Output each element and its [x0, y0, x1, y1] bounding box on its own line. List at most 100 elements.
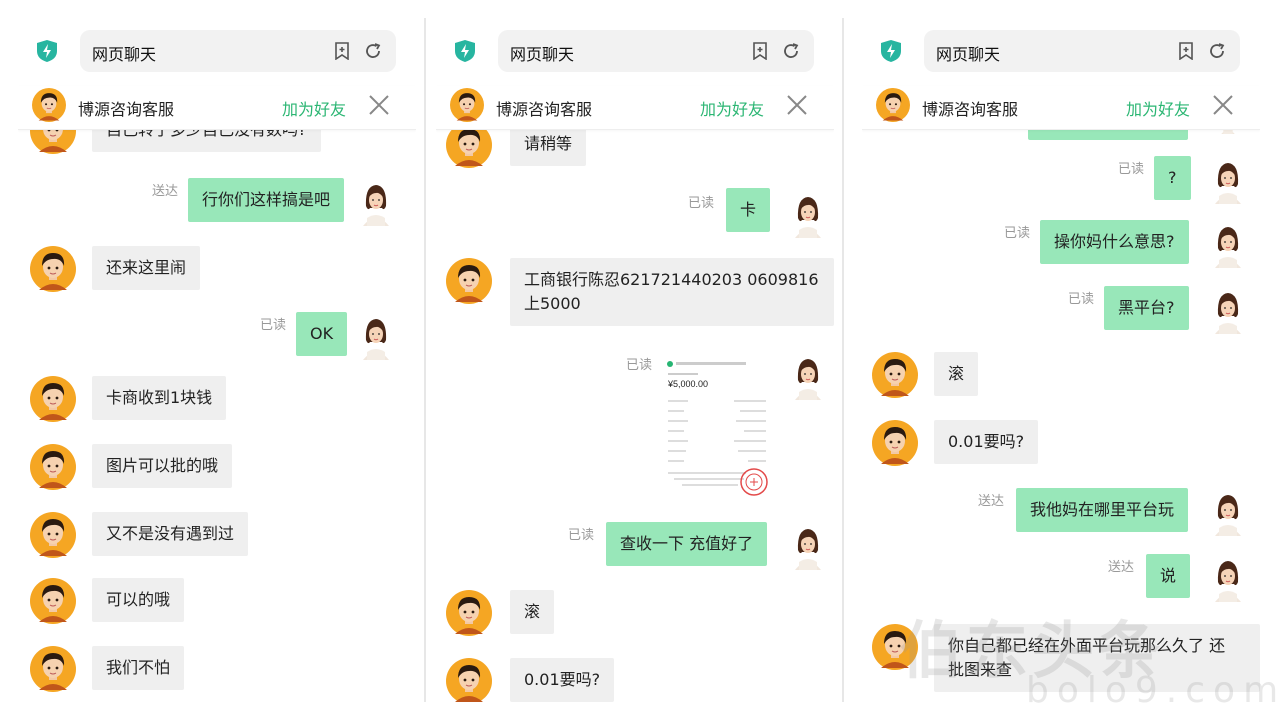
user-avatar — [360, 314, 392, 360]
add-friend-button[interactable]: 加为好友 — [1126, 96, 1190, 120]
page-title: 网页聊天 — [510, 45, 575, 64]
address-bar[interactable]: 网页聊天 — [80, 30, 396, 72]
message-line: 工商银行陈忍621721440203 0609816 — [524, 270, 819, 289]
message-outgoing: 操你妈什么意思? — [1040, 220, 1189, 264]
status-read: 已读 — [1118, 162, 1145, 177]
message-incoming: 工商银行陈忍621721440203 0609816 上5000 — [510, 258, 834, 326]
message-incoming: 还来这里闹 — [92, 246, 201, 290]
message-outgoing: 查收一下 充值好了 — [606, 522, 768, 566]
message-incoming: 滚 — [934, 352, 979, 396]
message-outgoing: ? — [1154, 156, 1191, 200]
message-incoming: 可以的哦 — [92, 578, 185, 622]
agent-avatar — [30, 444, 76, 490]
shield-icon — [454, 39, 476, 63]
user-avatar — [1212, 288, 1244, 334]
message-line: 上5000 — [524, 294, 581, 313]
refresh-icon[interactable] — [1208, 42, 1226, 60]
agent-avatar — [30, 578, 76, 624]
divider — [424, 18, 426, 702]
message-incoming: 0.01要吗? — [510, 658, 615, 702]
close-icon[interactable] — [1212, 94, 1234, 116]
user-avatar — [1212, 556, 1244, 602]
address-bar[interactable]: 网页聊天 — [498, 30, 814, 72]
chat-screenshot-1: 网页聊天 博源咨询客服 加为好友 自己转了多少自己没有数吗? 送达 行你们这样搞… — [18, 18, 416, 702]
refresh-icon[interactable] — [782, 42, 800, 60]
user-avatar — [360, 180, 392, 226]
browser-topbar: 网页聊天 — [18, 18, 416, 86]
add-friend-button[interactable]: 加为好友 — [700, 96, 764, 120]
receipt-amount: ¥5,000.00 — [667, 379, 708, 389]
agent-name: 博源咨询客服 — [78, 100, 175, 119]
chat-header: 博源咨询客服 加为好友 — [18, 86, 416, 130]
agent-avatar — [876, 88, 910, 122]
status-read: 已读 — [568, 528, 595, 543]
close-icon[interactable] — [786, 94, 808, 116]
status-read: 已读 — [626, 358, 653, 373]
page-title: 网页聊天 — [936, 45, 1001, 64]
address-bar[interactable]: 网页聊天 — [924, 30, 1240, 72]
message-outgoing: 黑平台? — [1104, 286, 1189, 330]
browser-topbar: 网页聊天 — [862, 18, 1260, 86]
bookmark-icon[interactable] — [752, 42, 768, 60]
chat-screenshot-3: 网页聊天 博源咨询客服 加为好友 已读 ? 已读 操你妈什么意思? 已读 黑平台… — [862, 18, 1260, 702]
status-read: 已读 — [260, 318, 287, 333]
receipt-graphic: ¥5,000.00 — [664, 356, 772, 504]
agent-avatar — [872, 420, 918, 466]
status-read: 已读 — [688, 196, 715, 211]
shield-icon — [36, 39, 58, 63]
status-delivered: 送达 — [1108, 560, 1135, 575]
refresh-icon[interactable] — [364, 42, 382, 60]
user-avatar — [792, 354, 824, 400]
bookmark-icon[interactable] — [334, 42, 350, 60]
shield-icon — [880, 39, 902, 63]
page-title: 网页聊天 — [92, 45, 157, 64]
agent-avatar — [446, 590, 492, 636]
agent-name: 博源咨询客服 — [496, 100, 593, 119]
status-delivered: 送达 — [978, 494, 1005, 509]
message-incoming: 图片可以批的哦 — [92, 444, 233, 488]
agent-avatar — [30, 512, 76, 558]
agent-avatar — [446, 258, 492, 304]
message-incoming: 我们不怕 — [92, 646, 185, 690]
agent-avatar — [32, 88, 66, 122]
bookmark-icon[interactable] — [1178, 42, 1194, 60]
user-avatar — [792, 524, 824, 570]
agent-avatar — [30, 246, 76, 292]
message-list: 自己转了多少自己没有数吗? 送达 行你们这样搞是吧 还来这里闹 已读 OK 卡商… — [18, 108, 416, 702]
message-incoming: 滚 — [510, 590, 555, 634]
status-read: 已读 — [1004, 226, 1031, 241]
message-incoming: 又不是没有遇到过 — [92, 512, 249, 556]
message-incoming: 0.01要吗? — [934, 420, 1039, 464]
status-read: 已读 — [1068, 292, 1095, 307]
message-outgoing: 说 — [1146, 554, 1191, 598]
message-outgoing: 卡 — [726, 188, 771, 232]
transfer-receipt-image[interactable]: ¥5,000.00 — [664, 356, 772, 504]
user-avatar — [1212, 222, 1244, 268]
agent-avatar — [872, 352, 918, 398]
status-delivered: 送达 — [152, 184, 179, 199]
chat-screenshot-2: 网页聊天 博源咨询客服 加为好友 请稍等 已读 卡 工商银行陈忍62172144… — [436, 18, 834, 702]
user-avatar — [792, 192, 824, 238]
agent-name: 博源咨询客服 — [922, 100, 1019, 119]
chat-header: 博源咨询客服 加为好友 — [436, 86, 834, 130]
user-avatar — [1212, 490, 1244, 536]
message-incoming: 卡商收到1块钱 — [92, 376, 227, 420]
divider — [842, 18, 844, 702]
agent-avatar — [872, 624, 918, 670]
message-line: 批图来查 — [948, 660, 1013, 679]
add-friend-button[interactable]: 加为好友 — [282, 96, 346, 120]
message-outgoing: 行你们这样搞是吧 — [188, 178, 345, 222]
close-icon[interactable] — [368, 94, 390, 116]
message-list: 已读 ? 已读 操你妈什么意思? 已读 黑平台? 滚 0.01要吗? 送达 我他… — [862, 110, 1260, 702]
message-list: 请稍等 已读 卡 工商银行陈忍621721440203 0609816 上500… — [436, 122, 834, 702]
agent-avatar — [30, 646, 76, 692]
message-outgoing: OK — [296, 312, 348, 356]
message-line: 你自己都已经在外面平台玩那么久了 还 — [948, 636, 1226, 655]
agent-avatar — [30, 376, 76, 422]
chat-header: 博源咨询客服 加为好友 — [862, 86, 1260, 130]
stage: 网页聊天 博源咨询客服 加为好友 自己转了多少自己没有数吗? 送达 行你们这样搞… — [0, 0, 1280, 720]
browser-topbar: 网页聊天 — [436, 18, 834, 86]
message-incoming: 你自己都已经在外面平台玩那么久了 还 批图来查 — [934, 624, 1260, 692]
message-outgoing: 我他妈在哪里平台玩 — [1016, 488, 1189, 532]
agent-avatar — [446, 658, 492, 702]
